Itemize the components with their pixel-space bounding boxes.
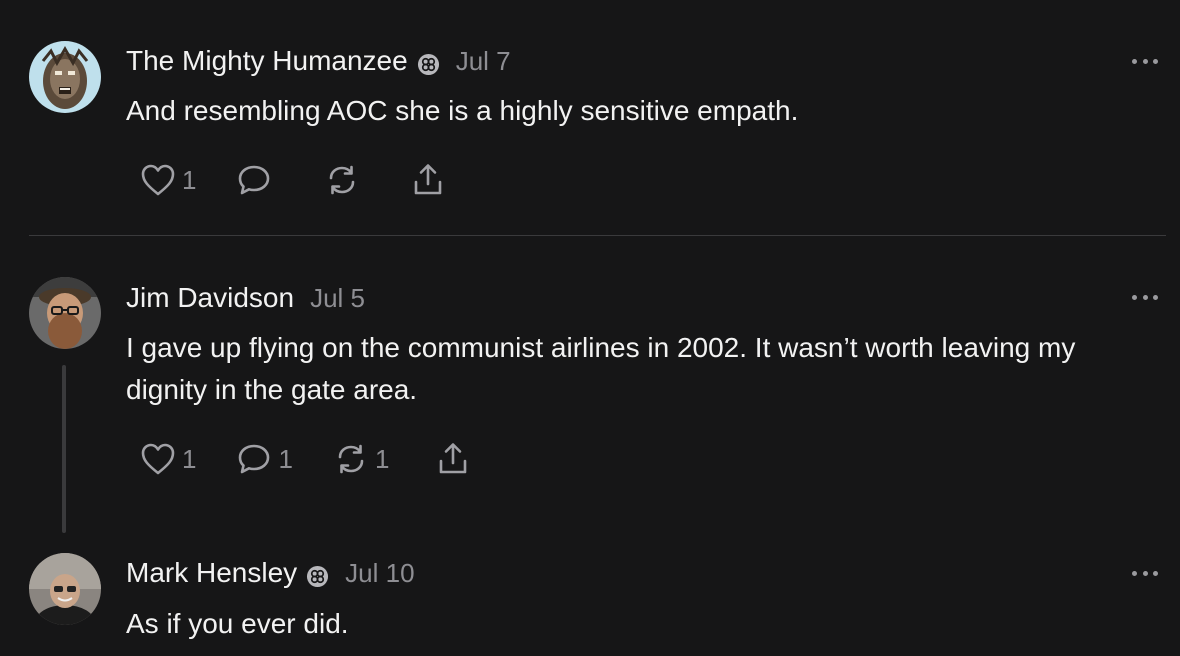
comment-icon <box>239 444 270 474</box>
restack-icon <box>330 165 355 195</box>
author-line: Jim Davidson Jul 5 <box>126 281 365 315</box>
author-line: Mark Hensley Jul 10 <box>126 556 415 590</box>
avatar[interactable] <box>29 553 101 625</box>
action-bar: 1 1 1 <box>140 439 471 479</box>
avatar[interactable] <box>29 41 101 113</box>
divider <box>29 235 1166 236</box>
share-icon <box>440 443 467 474</box>
more-icon[interactable] <box>1132 293 1158 301</box>
post-date[interactable]: Jul 5 <box>310 281 365 315</box>
comment-icon <box>239 165 270 195</box>
heart-icon <box>141 443 175 475</box>
comment-text: I gave up flying on the communist airlin… <box>126 332 1076 405</box>
restack-count: 1 <box>374 443 390 474</box>
author-name[interactable]: Jim Davidson <box>126 281 294 315</box>
restack-icon <box>338 444 364 474</box>
more-icon[interactable] <box>1132 569 1158 577</box>
thread-line <box>62 365 66 533</box>
author-name[interactable]: Mark Hensley <box>126 556 297 590</box>
like-count: 1 <box>182 164 197 195</box>
subscriber-badge-icon <box>417 50 440 75</box>
like-button[interactable]: 1 <box>140 163 196 197</box>
restack-button[interactable] <box>324 163 360 197</box>
more-icon[interactable] <box>1132 57 1158 65</box>
avatar[interactable] <box>29 277 101 349</box>
comment-button[interactable]: 1 <box>236 442 293 476</box>
like-button[interactable]: 1 <box>140 442 196 476</box>
subscriber-badge-icon <box>306 562 329 587</box>
comment-text: As if you ever did. <box>126 608 349 639</box>
share-button[interactable] <box>410 162 446 198</box>
restack-button[interactable]: 1 <box>333 442 389 476</box>
share-button[interactable] <box>435 441 471 477</box>
action-bar: 1 <box>140 160 446 200</box>
like-count: 1 <box>182 443 197 474</box>
heart-icon <box>141 164 175 196</box>
author-name[interactable]: The Mighty Humanzee <box>126 44 408 78</box>
post-date[interactable]: Jul 10 <box>345 556 414 590</box>
author-line: The Mighty Humanzee Jul 7 <box>126 44 511 78</box>
share-icon <box>415 164 442 195</box>
post-date[interactable]: Jul 7 <box>456 44 511 78</box>
comment-button[interactable] <box>236 163 272 197</box>
comment-text: And resembling AOC she is a highly sensi… <box>126 95 799 126</box>
comment-feed: The Mighty Humanzee Jul 7 And resembling… <box>0 0 1180 656</box>
comment-count: 1 <box>278 443 293 474</box>
